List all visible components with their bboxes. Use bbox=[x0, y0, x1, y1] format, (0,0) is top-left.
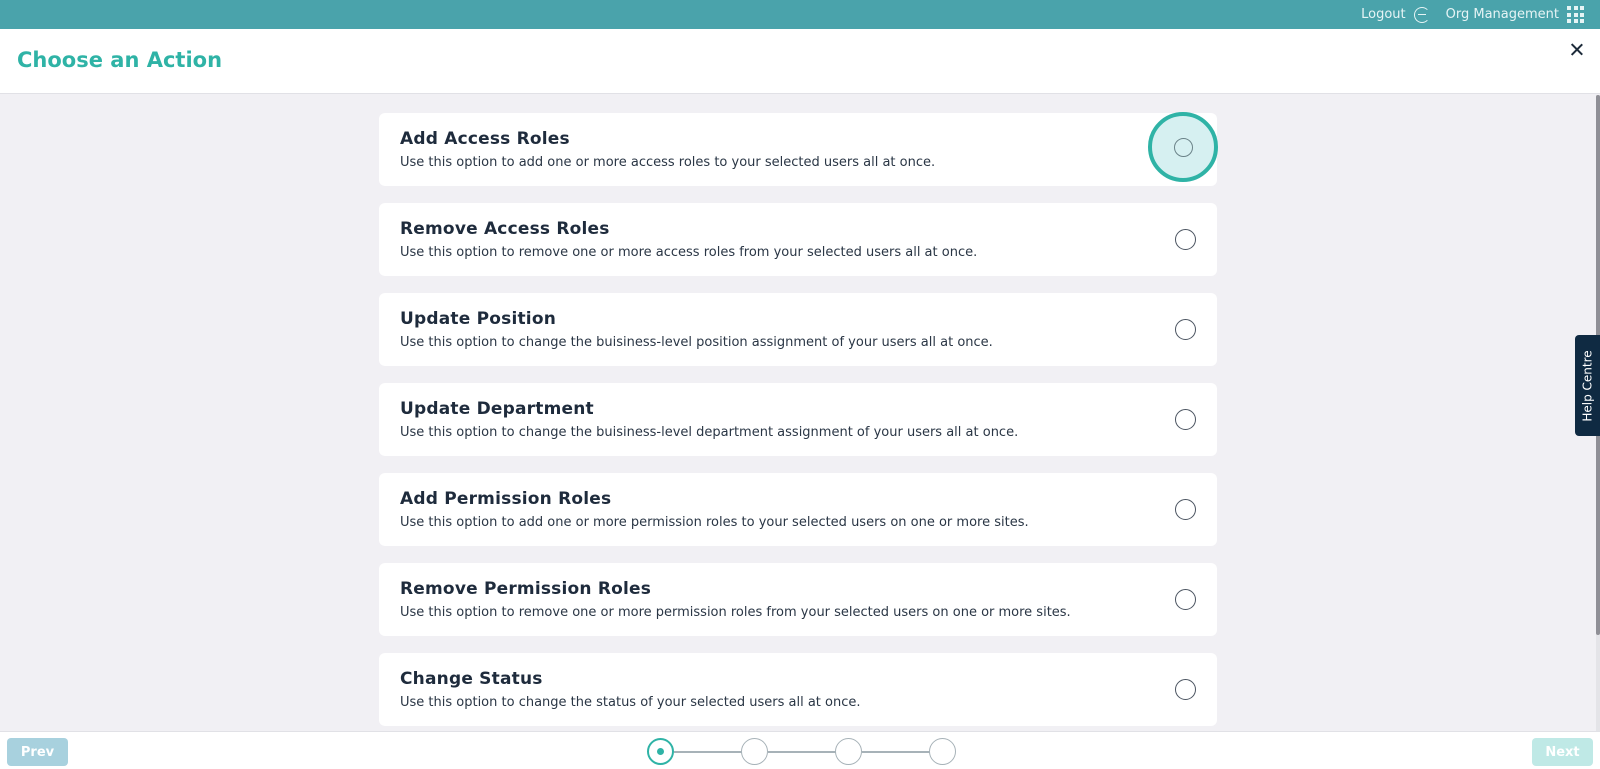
help-centre-tab[interactable]: Help Centre bbox=[1575, 335, 1600, 436]
option-list: Add Access Roles Use this option to add … bbox=[379, 112, 1218, 731]
option-title: Change Status bbox=[400, 669, 543, 689]
option-description: Use this option to remove one or more pe… bbox=[400, 605, 1071, 620]
org-management-link[interactable]: Org Management bbox=[1446, 6, 1584, 23]
option-title: Add Permission Roles bbox=[400, 489, 612, 509]
logout-label: Logout bbox=[1361, 7, 1406, 22]
radio-button[interactable] bbox=[1148, 112, 1218, 182]
step-3[interactable] bbox=[835, 738, 862, 765]
radio-button[interactable] bbox=[1175, 499, 1196, 520]
logout-link[interactable]: Logout bbox=[1361, 6, 1430, 23]
radio-button[interactable] bbox=[1175, 319, 1196, 340]
option-description: Use this option to add one or more acces… bbox=[400, 155, 936, 170]
option-title: Add Access Roles bbox=[400, 129, 570, 149]
step-1[interactable] bbox=[647, 738, 674, 765]
option-description: Use this option to change the buisiness-… bbox=[400, 425, 1019, 440]
step-4[interactable] bbox=[929, 738, 956, 765]
option-title: Update Department bbox=[400, 399, 594, 419]
radio-circle-icon bbox=[1174, 138, 1193, 157]
option-change-status[interactable]: Change Status Use this option to change … bbox=[379, 653, 1217, 726]
option-title: Remove Access Roles bbox=[400, 219, 610, 239]
step-connector bbox=[862, 751, 930, 753]
option-title: Update Position bbox=[400, 309, 557, 329]
radio-button[interactable] bbox=[1175, 679, 1196, 700]
step-2[interactable] bbox=[741, 738, 768, 765]
option-description: Use this option to change the buisiness-… bbox=[400, 335, 993, 350]
option-description: Use this option to change the status of … bbox=[400, 695, 861, 710]
option-add-access-roles[interactable]: Add Access Roles Use this option to add … bbox=[379, 112, 1218, 186]
option-update-department[interactable]: Update Department Use this option to cha… bbox=[379, 383, 1217, 456]
radio-button[interactable] bbox=[1175, 589, 1196, 610]
apps-grid-icon bbox=[1567, 6, 1584, 23]
wizard-footer: Prev Next bbox=[0, 731, 1600, 769]
top-bar: Logout Org Management bbox=[0, 0, 1600, 29]
step-indicator bbox=[647, 738, 956, 766]
logout-icon bbox=[1413, 6, 1430, 23]
option-remove-access-roles[interactable]: Remove Access Roles Use this option to r… bbox=[379, 203, 1217, 276]
close-icon[interactable] bbox=[1566, 39, 1588, 61]
option-title: Remove Permission Roles bbox=[400, 579, 652, 599]
org-management-label: Org Management bbox=[1445, 7, 1559, 22]
radio-button[interactable] bbox=[1175, 409, 1196, 430]
radio-button[interactable] bbox=[1175, 229, 1196, 250]
prev-button[interactable]: Prev bbox=[7, 738, 68, 766]
options-content: Add Access Roles Use this option to add … bbox=[0, 95, 1600, 731]
help-centre-label: Help Centre bbox=[1580, 349, 1595, 422]
option-remove-permission-roles[interactable]: Remove Permission Roles Use this option … bbox=[379, 563, 1217, 636]
step-connector bbox=[768, 751, 836, 753]
page-title: Choose an Action bbox=[17, 48, 223, 72]
next-button[interactable]: Next bbox=[1532, 738, 1593, 766]
option-description: Use this option to remove one or more ac… bbox=[400, 245, 978, 260]
option-description: Use this option to add one or more permi… bbox=[400, 515, 1029, 530]
option-add-permission-roles[interactable]: Add Permission Roles Use this option to … bbox=[379, 473, 1217, 546]
option-update-position[interactable]: Update Position Use this option to chang… bbox=[379, 293, 1217, 366]
page-header: Choose an Action bbox=[0, 29, 1600, 94]
step-connector bbox=[674, 751, 742, 753]
